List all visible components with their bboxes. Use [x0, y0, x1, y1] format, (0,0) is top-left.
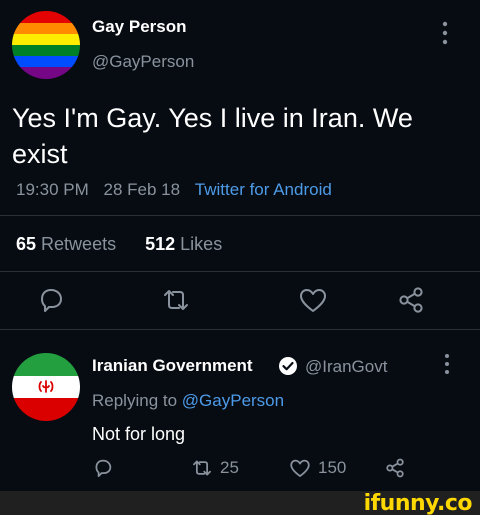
retweet-icon: [193, 460, 211, 476]
tweet-source-link[interactable]: Twitter for Android: [195, 180, 332, 199]
like-label: Likes: [180, 234, 223, 254]
tweet-text: Yes I'm Gay. Yes I live in Iran. We exis…: [12, 103, 413, 169]
tweet-meta: 19:30 PM 28 Feb 18 Twitter for Android: [16, 180, 332, 200]
reply-display-name[interactable]: Iranian Government: [92, 356, 253, 376]
retweet-label: Retweets: [41, 234, 117, 254]
watermark-bar: ifunny.co: [0, 491, 480, 515]
share-icon[interactable]: [396, 285, 426, 315]
like-icon[interactable]: [297, 285, 329, 315]
divider: [0, 215, 480, 216]
reply-text: Not for long: [92, 424, 186, 444]
replying-mention-link[interactable]: @GayPerson: [182, 391, 284, 410]
replying-prefix: Replying to: [92, 391, 178, 410]
reply-user-handle[interactable]: @IranGovt: [305, 357, 387, 377]
ifunny-watermark: ifunny.co: [363, 491, 473, 515]
reply-like-count: 150: [318, 458, 347, 477]
likes-stat[interactable]: 512 Likes: [145, 234, 222, 254]
divider: [0, 329, 480, 330]
reply-retweet-count: 25: [220, 458, 239, 477]
like-icon: [290, 459, 310, 477]
reply-share-button[interactable]: [384, 457, 406, 479]
retweets-stat[interactable]: 65 Retweets: [16, 234, 116, 254]
reply-like-button[interactable]: 150: [288, 457, 346, 479]
like-count: 512: [145, 234, 176, 254]
replying-to: Replying to @GayPerson: [92, 391, 284, 411]
verified-icon: [279, 357, 297, 375]
reply-tweet: Iranian Government @IranGovt Replying to…: [0, 331, 480, 491]
more-icon[interactable]: [440, 20, 450, 46]
user-handle[interactable]: @GayPerson: [92, 52, 194, 72]
retweet-icon[interactable]: [160, 285, 192, 315]
reply-retweet-button[interactable]: 25: [190, 457, 239, 479]
iran-flag-avatar-icon[interactable]: [12, 353, 80, 421]
reply-reply-button[interactable]: [92, 457, 114, 479]
tweet-time: 19:30 PM: [16, 180, 89, 199]
display-name[interactable]: Gay Person: [92, 17, 187, 37]
tweet-stats: 65 Retweets 512 Likes: [16, 234, 222, 255]
tweet-date: 28 Feb 18: [103, 180, 181, 199]
rainbow-avatar-icon[interactable]: [12, 11, 80, 79]
retweet-count: 65: [16, 234, 37, 254]
reply-icon[interactable]: [36, 285, 66, 315]
reply-icon: [95, 459, 112, 477]
main-tweet: Gay Person @GayPerson Yes I'm Gay. Yes I…: [0, 0, 480, 330]
divider: [0, 271, 480, 272]
share-icon: [386, 458, 404, 478]
more-icon[interactable]: [442, 353, 452, 375]
